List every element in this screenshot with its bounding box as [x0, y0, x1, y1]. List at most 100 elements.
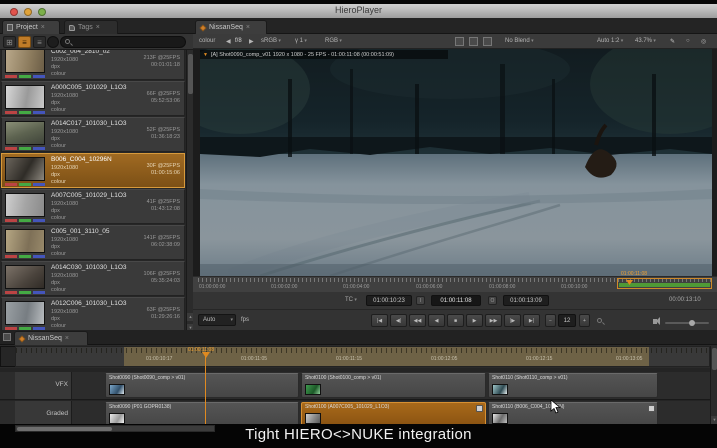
clip-item[interactable]: A000C005_101029_L1O3 1920x1080dpxcolour …: [1, 81, 185, 116]
search-icon: [65, 39, 70, 44]
tab-timeline-nissanseq[interactable]: NissanSeq ×: [14, 331, 88, 345]
clip-item[interactable]: A014C017_101030_L1O3 1920x1080dpxcolour …: [1, 117, 185, 152]
loupe-icon[interactable]: [597, 318, 602, 323]
timeline-ruler[interactable]: 01:00:10:17 01:00:11:05 01:00:11:15 01:0…: [15, 346, 710, 367]
track-name: Graded: [46, 410, 68, 417]
ruler-label: 01:00:00:00: [199, 284, 225, 290]
roi-icon[interactable]: ○: [686, 38, 690, 44]
clip-thumbnail: [5, 193, 45, 217]
set-out-button[interactable]: O: [488, 296, 497, 305]
viewer-timeline-ruler[interactable]: 01:00:00:00 01:00:02:00 01:00:04:00 01:0…: [193, 276, 717, 292]
tab-tags-label: Tags: [78, 24, 93, 31]
gamma-control[interactable]: γ 1: [295, 38, 307, 44]
tab-timeline-close-icon[interactable]: ×: [65, 335, 69, 342]
clip-item[interactable]: C002_004_2810_02 1920x1080dpxcolour 213F…: [1, 50, 185, 80]
clip-item[interactable]: A014C030_101030_L1O3 1920x1080dpxcolour …: [1, 261, 185, 296]
tab-tags-close-icon[interactable]: ×: [96, 24, 100, 31]
settings-gear-icon[interactable]: ◎: [701, 38, 706, 45]
annotation-pencil-icon[interactable]: ✎: [670, 38, 675, 45]
filter-button[interactable]: [47, 36, 59, 48]
clip-meta: 1920x1080dpxcolour: [51, 201, 78, 222]
clip-duration: 106F @25FPS05:35:24:03: [144, 271, 180, 285]
tab-viewer-close-icon[interactable]: ×: [246, 24, 250, 31]
tab-project-close-icon[interactable]: ×: [41, 24, 45, 31]
viewer-image[interactable]: ▼ [A] Shot0090_comp_v01 1920 x 1080 - 25…: [200, 49, 712, 276]
clip-microthumb: [305, 384, 321, 395]
grid-view-button[interactable]: ⊞: [3, 36, 16, 48]
step-decrement-button[interactable]: −: [545, 314, 556, 327]
timecode-row: TC 01:00:10:23 I 01:00:11:08 O 01:00:13:…: [193, 292, 717, 309]
tab-viewer-nissanseq[interactable]: NissanSeq ×: [195, 20, 267, 34]
timeline-scrollbar[interactable]: ▼: [710, 346, 717, 426]
timeline-clip-label: Shot0110 (Shot0110_comp > v01): [492, 375, 568, 381]
timeline-clip[interactable]: Shot0090 (Shot0090_comp > v01): [105, 373, 299, 398]
volume-slider-handle[interactable]: [689, 320, 695, 326]
clip-meta: 1920x1080dpxcolour: [51, 165, 78, 186]
current-frame-field[interactable]: 01:00:11:08: [431, 295, 481, 306]
tab-tags[interactable]: Tags ×: [64, 20, 118, 34]
soft-effect-badge-icon[interactable]: [476, 405, 483, 412]
wipe-compare-icon[interactable]: [469, 37, 478, 46]
clip-microthumb: [109, 413, 125, 424]
timeline-clip[interactable]: Shot0100 (Shot0100_comp > v01): [301, 373, 486, 398]
input-b-icon[interactable]: [483, 37, 492, 46]
clip-duration: 63F @25FPS01:29:26:16: [147, 307, 180, 321]
rewind-button[interactable]: ◀◀: [409, 314, 426, 327]
next-edit-button[interactable]: |▶: [504, 314, 521, 327]
set-in-button[interactable]: I: [416, 296, 425, 305]
volume-icon[interactable]: [653, 319, 657, 324]
panel-layout-icon[interactable]: [3, 333, 11, 341]
clip-name: C002_004_2810_02: [51, 50, 110, 55]
proxy-select[interactable]: Auto 1:2: [597, 38, 623, 44]
timeline-clip[interactable]: Shot0110 (Shot0110_comp > v01): [488, 373, 658, 398]
playback-range[interactable]: [617, 278, 712, 289]
colorspace-select[interactable]: sRGB: [261, 38, 281, 44]
clip-item[interactable]: C005_001_3110_05 1920x1080dpxcolour 141F…: [1, 225, 185, 260]
clip-thumbnail: [5, 301, 45, 325]
clip-name: A014C030_101030_L1O3: [51, 264, 127, 271]
clip-item-selected[interactable]: B006_C004_10296N 1920x1080dpxcolour 30F …: [1, 153, 185, 188]
soft-effect-badge-icon[interactable]: [648, 405, 655, 412]
step-increment-button[interactable]: +: [579, 314, 590, 327]
clip-microthumb: [492, 413, 508, 424]
clip-item[interactable]: A007C005_101029_L1O3 1920x1080dpxcolour …: [1, 189, 185, 224]
tc-mode-select[interactable]: TC: [345, 297, 357, 303]
timeline-scrollbar-handle[interactable]: [712, 348, 717, 370]
clip-meta: 1920x1080dpxcolour: [51, 93, 78, 114]
clip-thumbnail: [5, 229, 45, 253]
tab-project[interactable]: Project ×: [2, 20, 60, 34]
channels-select[interactable]: RGB: [325, 38, 342, 44]
blend-mode-select[interactable]: No Blend: [505, 38, 534, 44]
detail-view-button[interactable]: ≡: [33, 36, 46, 48]
input-a-icon[interactable]: [455, 37, 464, 46]
prev-edit-button[interactable]: ◀|: [390, 314, 407, 327]
fps-select[interactable]: Auto: [198, 314, 236, 326]
track-header[interactable]: VFX: [15, 372, 72, 399]
gain-next-icon[interactable]: ▶: [249, 38, 254, 45]
goto-end-button[interactable]: ▶|: [523, 314, 540, 327]
sequence-icon: [200, 24, 207, 31]
gain-value[interactable]: f/8: [235, 38, 242, 44]
ruler-label: 01:00:02:00: [271, 284, 297, 290]
clip-name: C005_001_3110_05: [51, 228, 109, 235]
zoom-select[interactable]: 43.7%: [635, 38, 656, 44]
timeline-playhead-line[interactable]: [205, 356, 206, 424]
in-point-field[interactable]: 01:00:10:23: [366, 295, 412, 306]
fast-forward-button[interactable]: ▶▶: [485, 314, 502, 327]
frame-step-field[interactable]: 12: [558, 314, 576, 327]
bin-scrollbar[interactable]: ▲ ▼: [186, 50, 193, 337]
list-view-button[interactable]: ≡: [18, 36, 31, 48]
clip-name: A012C006_101030_L1O3: [51, 300, 127, 307]
scroll-down-icon[interactable]: ▼: [711, 416, 717, 424]
out-point-field[interactable]: 01:00:13:09: [503, 295, 549, 306]
goto-start-button[interactable]: |◀: [371, 314, 388, 327]
timeline-clip-label: Shot0100 (Shot0100_comp > v01): [305, 375, 381, 381]
stop-button[interactable]: ■: [447, 314, 464, 327]
tab-timeline-label: NissanSeq: [28, 335, 62, 342]
search-input[interactable]: [60, 36, 186, 48]
play-button[interactable]: ▶: [466, 314, 483, 327]
clip-name: A014C017_101030_L1O3: [51, 120, 127, 127]
gain-prev-icon[interactable]: ◀: [226, 38, 231, 45]
volume-slider[interactable]: [665, 322, 709, 324]
play-backward-button[interactable]: ◀: [428, 314, 445, 327]
